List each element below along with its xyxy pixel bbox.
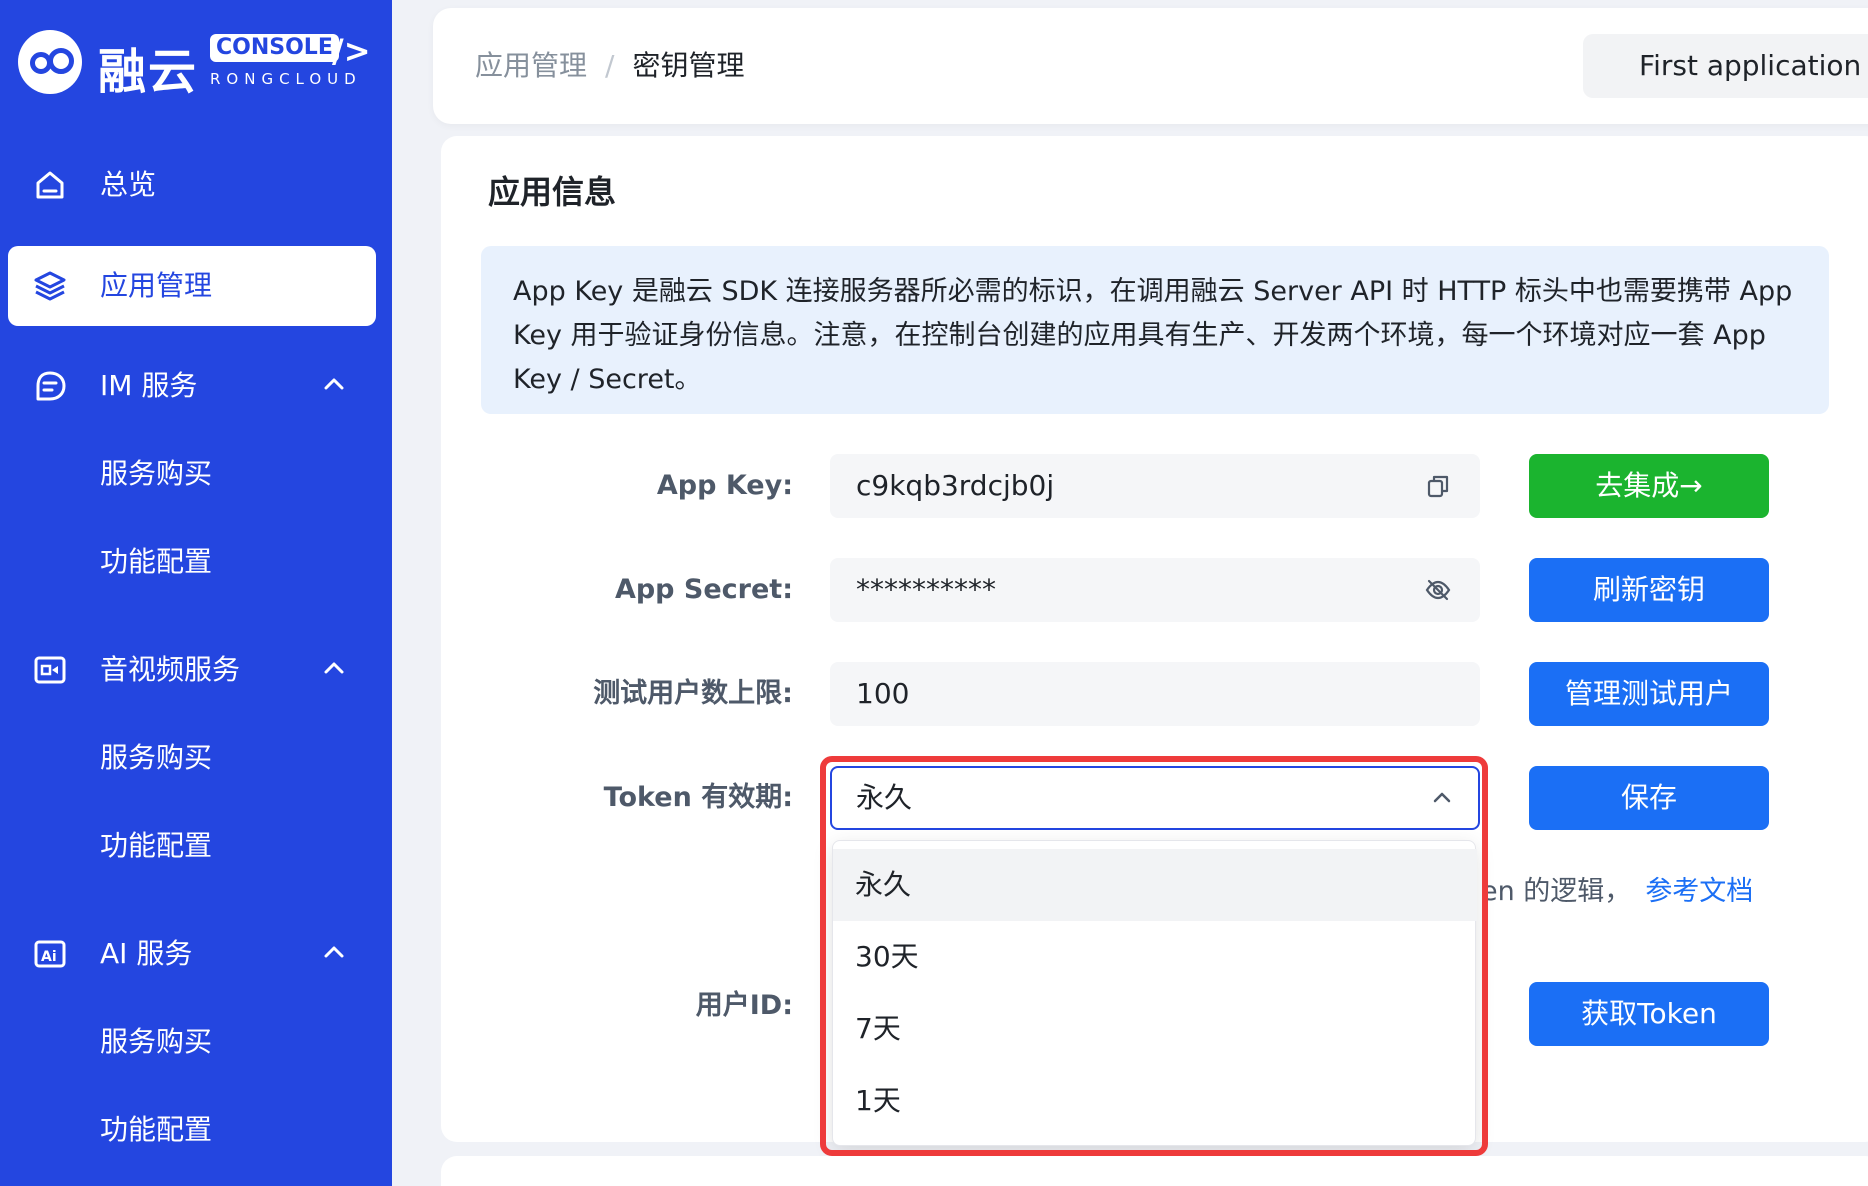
test-users-label: 测试用户数上限: <box>593 678 793 709</box>
breadcrumb-separator: / <box>605 49 615 82</box>
logo-console: CONSOLE <box>210 34 339 62</box>
rongcloud-logo-icon <box>18 30 82 94</box>
ai-icon: Ai <box>34 940 66 968</box>
app-key-field: c9kqb3rdcjb0j <box>830 454 1480 518</box>
logo-name: 融云 <box>98 44 199 100</box>
svg-text:Ai: Ai <box>41 949 57 965</box>
logo-sub: RONGCLOUD <box>210 70 362 88</box>
token-hint-text: en 的逻辑， <box>1481 876 1632 907</box>
sidebar: 融云 CONSOLE /> RONGCLOUD 总览 应用管理 IM 服务 服务… <box>0 0 392 1186</box>
chat-icon <box>36 371 66 401</box>
info-notice: App Key 是融云 SDK 连接服务器所必需的标识，在调用融云 Server… <box>481 246 1829 414</box>
breadcrumb-app-management[interactable]: 应用管理 <box>475 49 587 82</box>
integrate-button[interactable]: 去集成→ <box>1529 454 1769 518</box>
eye-off-icon[interactable] <box>1424 576 1452 604</box>
save-button[interactable]: 保存 <box>1529 766 1769 830</box>
highlight-annotation <box>820 756 1488 1156</box>
page-title: 应用信息 <box>488 173 617 211</box>
app-selector[interactable]: First application <box>1583 34 1868 98</box>
sidebar-item-app-management[interactable]: 应用管理 <box>8 246 376 326</box>
sidebar-item-ai-service[interactable]: Ai AI 服务 <box>8 914 376 994</box>
app-secret-label: App Secret: <box>614 574 793 605</box>
video-icon <box>34 656 66 684</box>
chevron-up-icon[interactable] <box>320 370 348 398</box>
layers-icon <box>34 271 66 301</box>
sidebar-subitem-av-purchase[interactable]: 服务购买 <box>100 728 212 788</box>
sidebar-item-av-service[interactable]: 音视频服务 <box>8 630 376 710</box>
sidebar-item-label: 总览 <box>100 168 157 201</box>
app-secret-field: ********** <box>830 558 1480 622</box>
header: 应用管理 / 密钥管理 First application <box>433 8 1868 124</box>
sidebar-subitem-ai-purchase[interactable]: 服务购买 <box>100 1012 212 1072</box>
reference-doc-link[interactable]: 参考文档 <box>1645 876 1753 907</box>
chevron-up-icon[interactable] <box>320 938 348 966</box>
app-key-label: App Key: <box>656 470 793 501</box>
home-icon <box>36 171 64 199</box>
sidebar-item-label: 音视频服务 <box>100 653 241 686</box>
sidebar-subitem-im-purchase[interactable]: 服务购买 <box>100 444 212 504</box>
sidebar-item-overview[interactable]: 总览 <box>8 145 376 225</box>
logo-code-icon: /> <box>332 32 371 70</box>
chevron-up-icon[interactable] <box>320 654 348 682</box>
manage-test-users-button[interactable]: 管理测试用户 <box>1529 662 1769 726</box>
test-users-field: 100 <box>830 662 1480 726</box>
sidebar-subitem-av-config[interactable]: 功能配置 <box>100 816 212 876</box>
user-id-label: 用户ID: <box>695 990 793 1021</box>
breadcrumb: 应用管理 / 密钥管理 <box>475 48 744 84</box>
sidebar-item-im-service[interactable]: IM 服务 <box>8 346 376 426</box>
token-validity-label: Token 有效期: <box>603 782 793 813</box>
app-secret-value: ********** <box>856 573 996 606</box>
sidebar-subitem-im-config[interactable]: 功能配置 <box>100 532 212 592</box>
bottom-card <box>441 1156 1868 1186</box>
refresh-secret-button[interactable]: 刷新密钥 <box>1529 558 1769 622</box>
breadcrumb-key-management: 密钥管理 <box>632 49 745 82</box>
test-users-value: 100 <box>856 677 910 710</box>
get-token-button[interactable]: 获取Token <box>1529 982 1769 1046</box>
copy-icon[interactable] <box>1424 472 1452 500</box>
token-hint: en 的逻辑， 参考文档 <box>1481 870 1753 914</box>
sidebar-item-label: 应用管理 <box>100 269 213 302</box>
sidebar-item-label: AI 服务 <box>100 937 193 970</box>
logo[interactable]: 融云 CONSOLE /> RONGCLOUD <box>18 26 378 100</box>
sidebar-subitem-ai-config[interactable]: 功能配置 <box>100 1100 212 1160</box>
app-key-value: c9kqb3rdcjb0j <box>856 469 1055 502</box>
sidebar-item-label: IM 服务 <box>100 369 198 402</box>
